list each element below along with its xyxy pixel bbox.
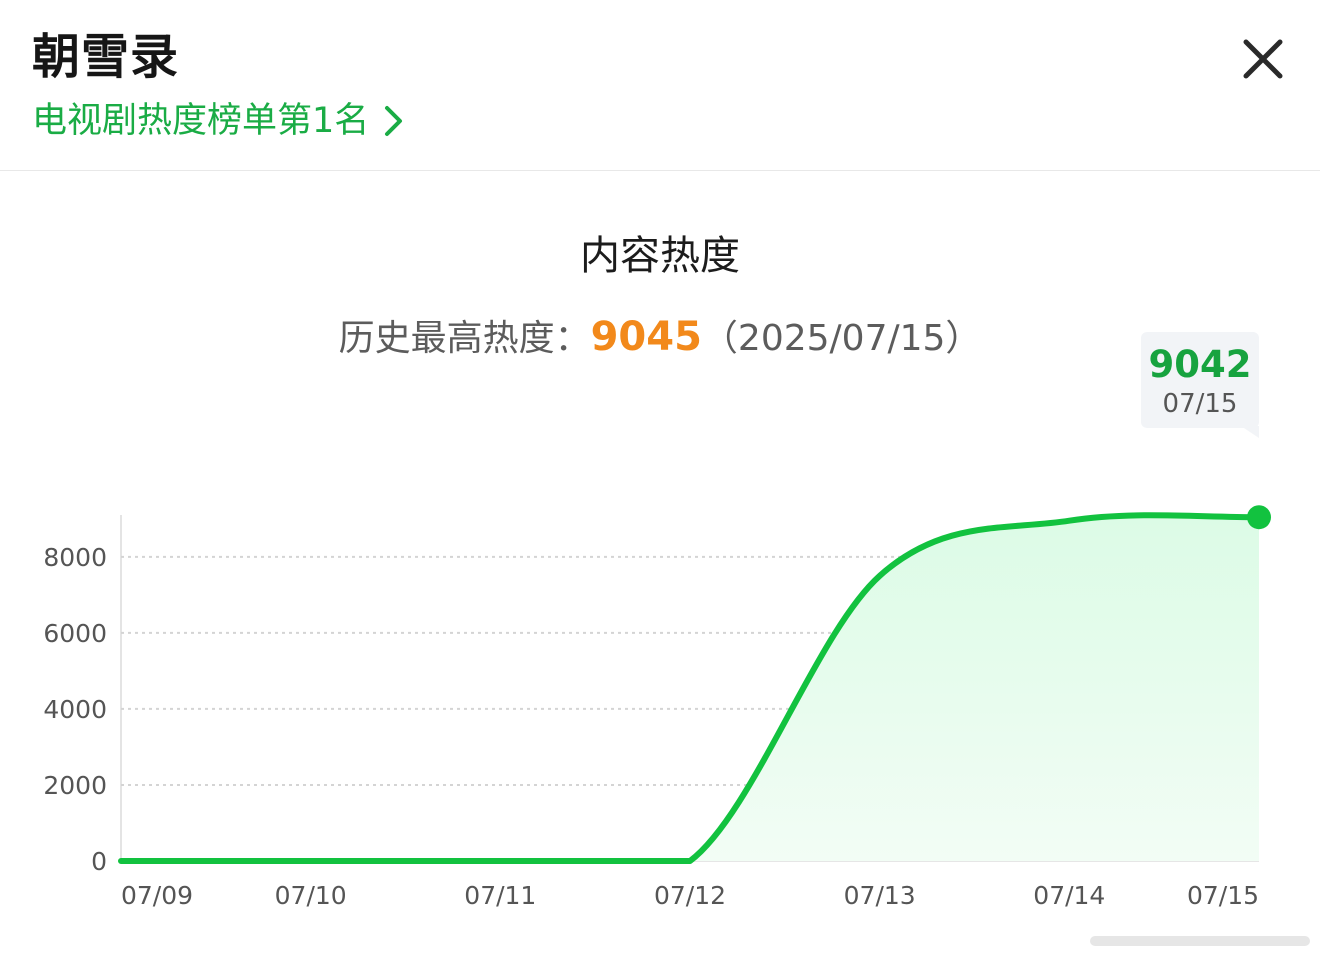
y-tick-label: 2000 <box>43 771 107 800</box>
tooltip-value: 9042 <box>1148 343 1252 386</box>
heat-area <box>121 515 1259 861</box>
drama-title: 朝雪录 <box>32 29 180 85</box>
peak-summary: 历史最高热度：9045（2025/07/15） <box>0 310 1320 366</box>
close-icon[interactable] <box>1236 32 1290 86</box>
x-tick-label: 07/09 <box>121 881 193 910</box>
heat-detail-sheet: 朝雪录 电视剧热度榜单第1名 内容热度 历史最高热度：9045（2025/07/… <box>0 0 1320 975</box>
x-tick-label: 07/10 <box>275 881 347 910</box>
y-tick-label: 4000 <box>43 695 107 724</box>
chart-title: 内容热度 <box>580 233 740 279</box>
x-tick-label: 07/11 <box>464 881 536 910</box>
y-tick-label: 6000 <box>43 619 107 648</box>
tooltip-tail <box>1241 426 1259 438</box>
sheet-header: 朝雪录 电视剧热度榜单第1名 <box>0 0 1320 171</box>
highlight-point[interactable] <box>1247 505 1271 530</box>
chart-tooltip: 9042 07/15 <box>1141 332 1259 428</box>
peak-value: 9045 <box>590 314 702 360</box>
y-tick-label: 8000 <box>43 543 107 572</box>
peak-label: 历史最高热度： <box>338 318 591 359</box>
rank-link[interactable]: 电视剧热度榜单第1名 <box>32 96 405 146</box>
home-indicator <box>1090 936 1310 946</box>
peak-date: （2025/07/15） <box>701 318 982 359</box>
x-tick-label: 07/15 <box>1187 881 1259 910</box>
x-tick-label: 07/14 <box>1033 881 1105 910</box>
x-tick-label: 07/12 <box>654 881 726 910</box>
tooltip-date: 07/15 <box>1162 389 1238 419</box>
chevron-right-icon <box>385 106 403 136</box>
x-tick-label: 07/13 <box>844 881 916 910</box>
heat-chart[interactable]: 0 2000 4000 6000 8000 07/09 07/10 07/11 07/12 07/… <box>0 470 1320 930</box>
rank-link-label: 电视剧热度榜单第1名 <box>32 101 370 141</box>
y-tick-label: 0 <box>91 847 107 876</box>
